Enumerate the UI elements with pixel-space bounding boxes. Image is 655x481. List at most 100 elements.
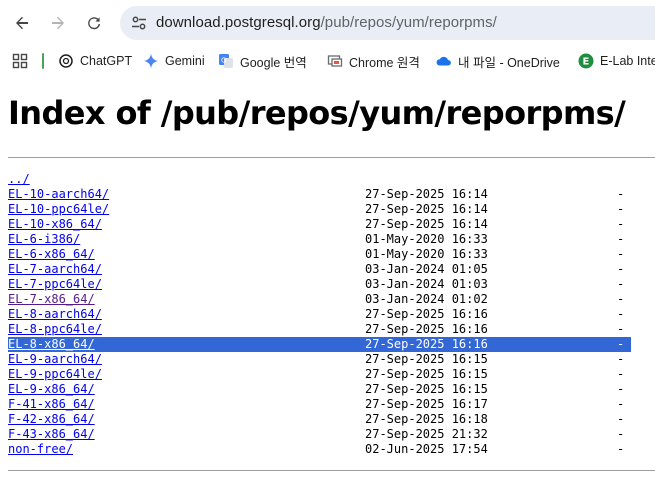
- directory-link[interactable]: EL-6-x86_64/: [8, 247, 95, 262]
- modified-date: 01-May-2020 16:33: [365, 232, 488, 246]
- directory-link[interactable]: F-43-x86_64/: [8, 427, 95, 442]
- modified-date: 03-Jan-2024 01:03: [365, 277, 488, 291]
- directory-link[interactable]: EL-9-x86_64/: [8, 382, 95, 397]
- list-item: non-free/02-Jun-2025 17:54 -: [0, 442, 655, 457]
- file-size: -: [617, 427, 625, 441]
- list-item: EL-8-ppc64le/27-Sep-2025 16:16 -: [0, 322, 655, 337]
- url-host: download.postgresql.org: [156, 14, 321, 31]
- directory-link[interactable]: EL-7-ppc64le/: [8, 277, 102, 292]
- modified-date: 03-Jan-2024 01:02: [365, 292, 488, 306]
- modified-date: 27-Sep-2025 16:15: [365, 382, 488, 396]
- directory-link[interactable]: F-41-x86_64/: [8, 397, 95, 412]
- url-path: /pub/repos/yum/reporpms/: [320, 14, 497, 31]
- list-item: EL-6-x86_64/01-May-2020 16:33 -: [0, 247, 655, 262]
- file-size: -: [617, 382, 625, 396]
- bookmarks-separator: [42, 53, 44, 69]
- modified-date: 27-Sep-2025 16:15: [365, 352, 488, 366]
- top-divider: [8, 157, 655, 158]
- directory-link[interactable]: EL-10-ppc64le/: [8, 202, 109, 217]
- modified-date: 27-Sep-2025 16:14: [365, 187, 488, 201]
- svg-text:E: E: [583, 57, 590, 68]
- modified-date: 27-Sep-2025 16:16: [365, 307, 488, 321]
- modified-date: 27-Sep-2025 16:15: [365, 367, 488, 381]
- file-size: -: [617, 352, 625, 366]
- list-item: EL-9-aarch64/27-Sep-2025 16:15 -: [0, 352, 655, 367]
- bookmark-label: E-Lab Inte: [600, 54, 655, 68]
- directory-link[interactable]: EL-9-ppc64le/: [8, 367, 102, 382]
- list-item: EL-10-x86_64/27-Sep-2025 16:14 -: [0, 217, 655, 232]
- list-item: EL-10-ppc64le/27-Sep-2025 16:14 -: [0, 202, 655, 217]
- onedrive-icon: [436, 53, 452, 69]
- parent-row: ../: [0, 172, 655, 187]
- file-size: -: [617, 337, 625, 351]
- file-size: -: [617, 292, 625, 306]
- svg-text:G: G: [221, 57, 226, 65]
- list-item: EL-8-x86_64/27-Sep-2025 16:16 -: [0, 337, 655, 352]
- modified-date: 27-Sep-2025 16:14: [365, 217, 488, 231]
- directory-link[interactable]: non-free/: [8, 442, 73, 457]
- directory-link[interactable]: F-42-x86_64/: [8, 412, 95, 427]
- list-item: EL-10-aarch64/27-Sep-2025 16:14 -: [0, 187, 655, 202]
- modified-date: 27-Sep-2025 16:16: [365, 337, 488, 351]
- directory-link[interactable]: EL-8-aarch64/: [8, 307, 102, 322]
- list-item: F-41-x86_64/27-Sep-2025 16:17 -: [0, 397, 655, 412]
- directory-link[interactable]: EL-7-aarch64/: [8, 262, 102, 277]
- file-size: -: [617, 277, 625, 291]
- directory-link[interactable]: EL-10-x86_64/: [8, 217, 102, 232]
- directory-link[interactable]: EL-9-aarch64/: [8, 352, 102, 367]
- file-size: -: [617, 217, 625, 231]
- browser-toolbar: download.postgresql.org/pub/repos/yum/re…: [0, 0, 655, 46]
- file-size: -: [617, 367, 625, 381]
- modified-date: 27-Sep-2025 16:14: [365, 202, 488, 216]
- chrome-remote-icon: [327, 53, 343, 69]
- file-size: -: [617, 397, 625, 411]
- directory-link[interactable]: EL-7-x86_64/: [8, 292, 95, 307]
- url-text: download.postgresql.org/pub/repos/yum/re…: [156, 14, 497, 31]
- bookmark-chrome-remote[interactable]: Chrome 원격: [327, 52, 420, 70]
- chatgpt-icon: [58, 53, 74, 69]
- list-item: EL-9-ppc64le/27-Sep-2025 16:15 -: [0, 367, 655, 382]
- list-item: EL-9-x86_64/27-Sep-2025 16:15 -: [0, 382, 655, 397]
- forward-icon[interactable]: [44, 9, 72, 37]
- bookmark-google-translate[interactable]: G Google 번역: [218, 52, 307, 70]
- list-item: EL-7-ppc64le/03-Jan-2024 01:03 -: [0, 277, 655, 292]
- list-item: F-43-x86_64/27-Sep-2025 21:32 -: [0, 427, 655, 442]
- bookmark-onedrive[interactable]: 내 파일 - OneDrive: [436, 52, 560, 70]
- back-icon[interactable]: [8, 9, 36, 37]
- gemini-icon: [143, 53, 159, 69]
- apps-grid-icon[interactable]: [12, 53, 28, 69]
- page-title: Index of /pub/repos/yum/reporpms/: [8, 94, 626, 132]
- bookmark-chatgpt[interactable]: ChatGPT: [58, 52, 132, 70]
- modified-date: 03-Jan-2024 01:05: [365, 262, 488, 276]
- directory-link[interactable]: EL-8-ppc64le/: [8, 322, 102, 337]
- bookmark-gemini[interactable]: Gemini: [143, 52, 205, 70]
- bookmark-label: 내 파일 - OneDrive: [458, 55, 560, 70]
- file-size: -: [617, 232, 625, 246]
- elab-icon: E: [578, 53, 594, 69]
- file-size: -: [617, 442, 625, 456]
- bookmark-label: Gemini: [165, 54, 205, 68]
- modified-date: 27-Sep-2025 21:32: [365, 427, 488, 441]
- address-bar[interactable]: download.postgresql.org/pub/repos/yum/re…: [120, 6, 655, 40]
- modified-date: 02-Jun-2025 17:54: [365, 442, 488, 456]
- site-info-icon[interactable]: [128, 12, 150, 34]
- google-translate-icon: G: [218, 53, 234, 69]
- directory-link[interactable]: EL-6-i386/: [8, 232, 80, 247]
- file-size: -: [617, 322, 625, 336]
- bookmark-label: Chrome 원격: [349, 55, 420, 70]
- bookmark-label: Google 번역: [240, 55, 307, 70]
- bookmark-label: ChatGPT: [80, 54, 133, 68]
- list-item: F-42-x86_64/27-Sep-2025 16:18 -: [0, 412, 655, 427]
- file-size: -: [617, 247, 625, 261]
- list-item: EL-8-aarch64/27-Sep-2025 16:16 -: [0, 307, 655, 322]
- file-size: -: [617, 412, 625, 426]
- list-item: EL-7-aarch64/03-Jan-2024 01:05 -: [0, 262, 655, 277]
- directory-link[interactable]: EL-8-x86_64/: [8, 337, 95, 352]
- parent-directory-link[interactable]: ../: [8, 172, 30, 187]
- reload-icon[interactable]: [80, 9, 108, 37]
- file-size: -: [617, 202, 625, 216]
- file-size: -: [617, 262, 625, 276]
- list-item: EL-6-i386/01-May-2020 16:33 -: [0, 232, 655, 247]
- directory-link[interactable]: EL-10-aarch64/: [8, 187, 109, 202]
- bookmark-elab[interactable]: E E-Lab Inte: [578, 52, 655, 70]
